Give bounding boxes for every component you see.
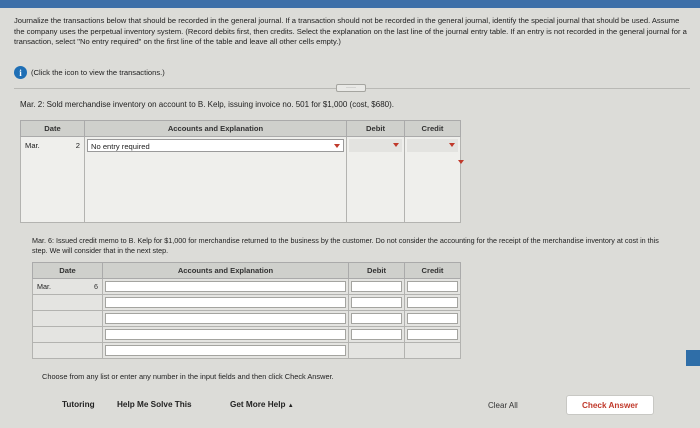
account-cell (102, 278, 349, 295)
journal-table-2: Date Accounts and Explanation Debit Cred… (32, 262, 461, 359)
date-cell: Mar. 6 (32, 278, 103, 295)
date-day: 6 (94, 282, 98, 291)
credit-input[interactable] (407, 313, 458, 324)
credit-cell (404, 294, 461, 311)
top-bar (0, 0, 700, 8)
credit-input[interactable] (407, 139, 458, 152)
date-cell (32, 342, 103, 359)
check-answer-button[interactable]: Check Answer (566, 395, 654, 415)
header-accounts: Accounts and Explanation (84, 120, 347, 137)
account-input[interactable] (105, 281, 346, 292)
header-date: Date (20, 120, 85, 137)
account-input[interactable] (105, 329, 346, 340)
date-cell: Mar. 2 (20, 136, 85, 223)
header-credit: Credit (404, 262, 461, 279)
debit-cell (346, 136, 405, 223)
header-debit: Debit (348, 262, 405, 279)
debit-cell (348, 294, 405, 311)
credit-input[interactable] (407, 329, 458, 340)
tutoring-button[interactable]: Tutoring (62, 400, 95, 409)
journal-table-1: Date Accounts and Explanation Debit Cred… (20, 120, 461, 223)
date-month: Mar. (37, 282, 51, 291)
debit-input[interactable] (351, 329, 402, 340)
hint-text: Choose from any list or enter any number… (42, 372, 334, 381)
explanation-input[interactable] (105, 345, 346, 356)
debit-cell (348, 278, 405, 295)
account-cell (102, 310, 349, 327)
info-row[interactable]: i (Click the icon to view the transactio… (14, 66, 165, 79)
transaction-2-text: Mar. 6: Issued credit memo to B. Kelp fo… (32, 236, 659, 255)
account-select[interactable]: No entry required (87, 139, 344, 152)
credit-cell (404, 278, 461, 295)
account-input[interactable] (105, 297, 346, 308)
debit-input[interactable] (351, 281, 402, 292)
debit-input[interactable] (351, 313, 402, 324)
transaction-1-text: Mar. 2: Sold merchandise inventory on ac… (20, 100, 394, 109)
debit-cell (348, 310, 405, 327)
account-cell (102, 342, 349, 359)
get-more-help-label: Get More Help (230, 400, 286, 409)
account-cell (102, 326, 349, 343)
help-me-solve-button[interactable]: Help Me Solve This (117, 400, 192, 409)
debit-cell (348, 342, 405, 359)
date-cell (32, 310, 103, 327)
debit-input[interactable] (351, 297, 402, 308)
credit-cell (404, 310, 461, 327)
credit-cell (404, 342, 461, 359)
debit-input[interactable] (349, 139, 402, 152)
header-debit: Debit (346, 120, 405, 137)
info-note: (Click the icon to view the transactions… (31, 68, 165, 77)
credit-input[interactable] (407, 281, 458, 292)
date-day: 2 (75, 141, 80, 150)
date-cell (32, 294, 103, 311)
credit-cell (404, 136, 461, 223)
get-more-help-button[interactable]: Get More Help ▲ (230, 400, 294, 409)
side-panel-tab[interactable] (686, 350, 700, 366)
debit-cell (348, 326, 405, 343)
date-cell (32, 326, 103, 343)
header-date: Date (32, 262, 103, 279)
account-input[interactable] (105, 313, 346, 324)
instructions: Journalize the transactions below that s… (14, 16, 687, 46)
date-month: Mar. (25, 141, 40, 150)
dropdown-marker-icon (458, 160, 464, 164)
caret-up-icon: ▲ (287, 403, 294, 409)
header-accounts: Accounts and Explanation (102, 262, 349, 279)
footer: Tutoring Help Me Solve This Get More Hel… (0, 392, 700, 428)
account-cell (102, 294, 349, 311)
info-icon[interactable]: i (14, 66, 27, 79)
credit-cell (404, 326, 461, 343)
account-cell: No entry required (84, 136, 347, 223)
drag-handle[interactable]: ····· (336, 84, 366, 92)
header-credit: Credit (404, 120, 461, 137)
credit-input[interactable] (407, 297, 458, 308)
clear-all-button[interactable]: Clear All (488, 401, 518, 410)
